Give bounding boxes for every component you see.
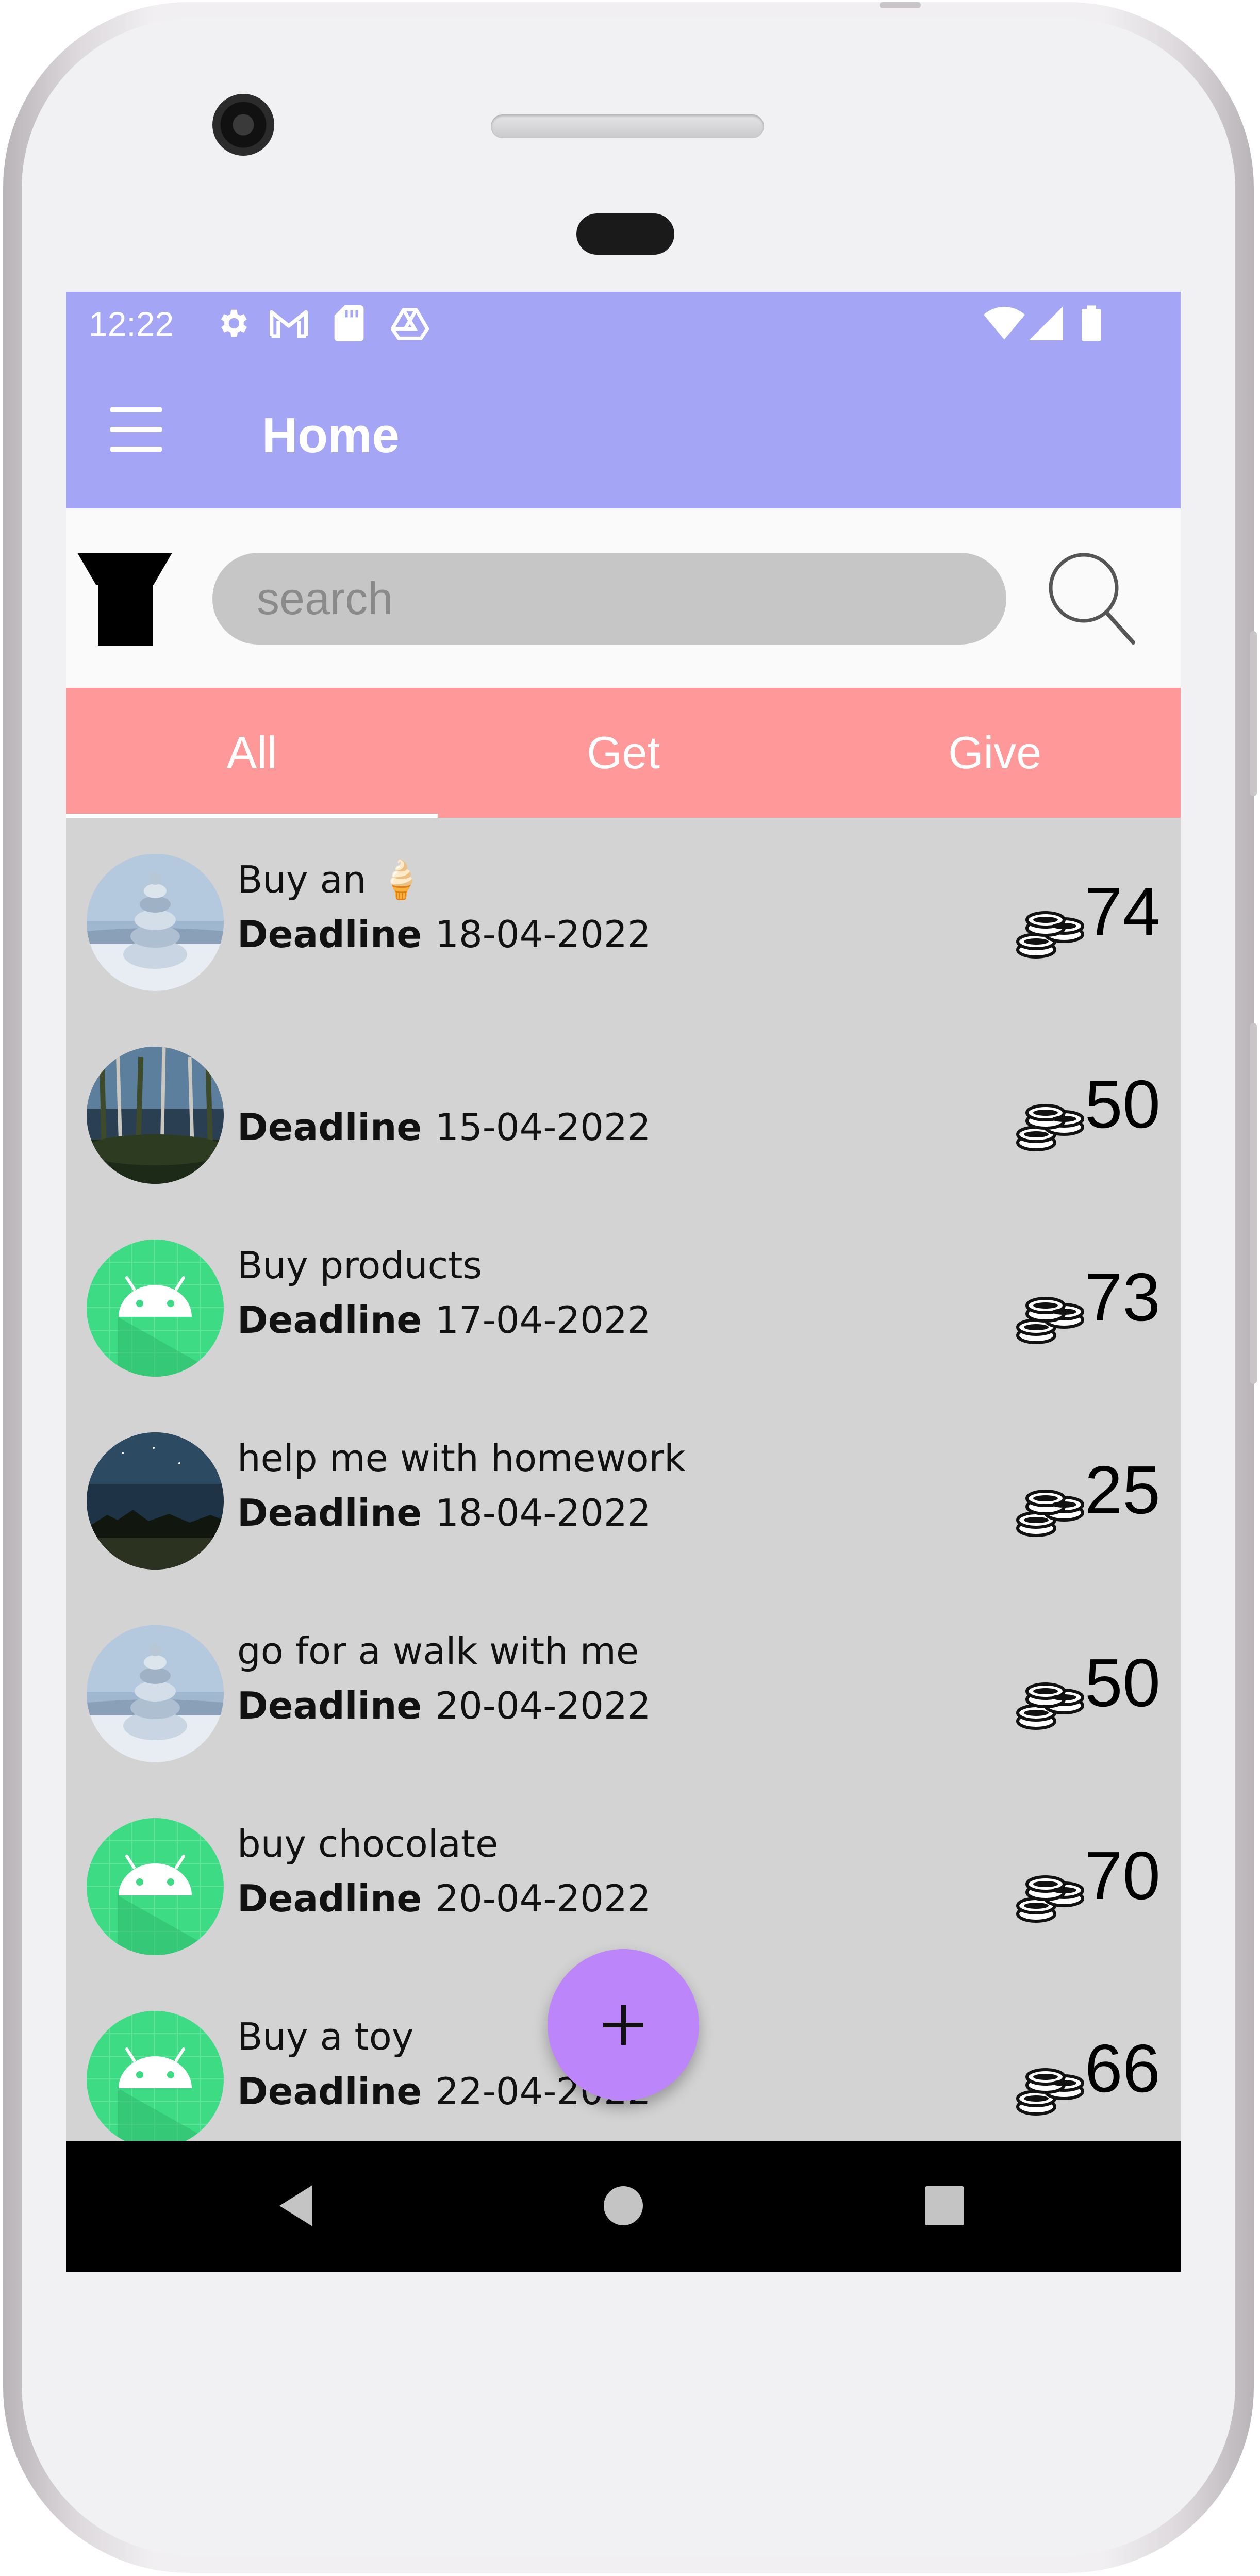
search-bar xyxy=(66,508,1181,688)
deadline-date: 18-04-2022 xyxy=(435,913,651,956)
wifi-icon xyxy=(984,305,1025,341)
task-amount: 70 xyxy=(1085,1838,1160,1913)
menu-icon[interactable] xyxy=(107,404,165,456)
tab-give[interactable]: Give xyxy=(809,688,1181,818)
task-amount: 74 xyxy=(1085,873,1160,949)
power-button xyxy=(1250,631,1257,796)
coins-icon xyxy=(1016,1682,1084,1730)
task-deadline: Deadline 17-04-2022 xyxy=(237,1298,651,1342)
coins-icon xyxy=(1016,1104,1084,1151)
task-row[interactable]: go for a walk with me Deadline 20-04-2022… xyxy=(66,1589,1181,1782)
task-list: Buy an 🍦 Deadline 18-04-2022 74 Deadline 1… xyxy=(66,818,1181,2141)
task-amount: 50 xyxy=(1085,1645,1160,1721)
app-bar: Home xyxy=(66,357,1181,508)
avatar xyxy=(87,1432,224,1570)
task-amount: 25 xyxy=(1085,1452,1160,1528)
back-icon[interactable] xyxy=(272,2180,324,2232)
add-task-button[interactable] xyxy=(548,1949,699,2101)
deadline-date: 20-04-2022 xyxy=(435,1684,651,1727)
deadline-date: 20-04-2022 xyxy=(435,1877,651,1920)
task-deadline: Deadline 15-04-2022 xyxy=(237,1105,651,1149)
drive-icon xyxy=(391,305,429,341)
signal-icon xyxy=(1029,305,1063,341)
task-amount: 66 xyxy=(1085,2030,1160,2106)
coins-icon xyxy=(1016,1297,1084,1344)
deadline-label: Deadline xyxy=(237,1105,422,1149)
home-icon[interactable] xyxy=(598,2180,649,2232)
task-row[interactable]: help me with homework Deadline 18-04-2022… xyxy=(66,1396,1181,1589)
android-icon xyxy=(87,1818,224,1955)
gmail-icon xyxy=(268,305,309,341)
sd-card-icon xyxy=(334,305,364,341)
system-nav-bar xyxy=(66,2141,1181,2272)
task-row[interactable]: Buy products Deadline 17-04-2022 73 xyxy=(66,1203,1181,1396)
front-camera xyxy=(212,94,274,156)
deadline-label: Deadline xyxy=(237,1684,422,1727)
gear-icon xyxy=(214,305,251,341)
task-title: go for a walk with me xyxy=(237,1629,639,1673)
recents-icon[interactable] xyxy=(919,2180,970,2232)
avatar xyxy=(87,1047,224,1184)
task-title: Buy products xyxy=(237,1244,482,1287)
task-row[interactable]: buy chocolate Deadline 20-04-2022 70 xyxy=(66,1782,1181,1975)
task-row[interactable]: Deadline 15-04-2022 50 xyxy=(66,1011,1181,1203)
deadline-label: Deadline xyxy=(237,1298,422,1342)
deadline-label: Deadline xyxy=(237,1877,422,1920)
task-title: buy chocolate xyxy=(237,1822,499,1865)
search-input[interactable] xyxy=(212,553,1006,645)
task-deadline: Deadline 20-04-2022 xyxy=(237,1877,651,1920)
task-deadline: Deadline 18-04-2022 xyxy=(237,913,651,956)
tab-bar: All Get Give xyxy=(66,688,1181,818)
deadline-label: Deadline xyxy=(237,913,422,956)
coins-icon xyxy=(1016,1875,1084,1923)
avatar xyxy=(87,1625,224,1762)
deadline-label: Deadline xyxy=(237,2070,422,2113)
task-amount: 73 xyxy=(1085,1259,1160,1335)
deadline-date: 17-04-2022 xyxy=(435,1298,651,1342)
battery-icon xyxy=(1082,305,1101,341)
page-title: Home xyxy=(262,408,400,463)
task-title: Buy a toy xyxy=(237,2015,414,2058)
tab-get[interactable]: Get xyxy=(438,688,809,818)
status-bar: 12:22 xyxy=(66,292,1181,357)
android-icon xyxy=(87,1240,224,1377)
status-time: 12:22 xyxy=(89,305,174,343)
top-button xyxy=(880,2,921,8)
plus-icon-stem xyxy=(621,2005,626,2045)
task-row[interactable]: Buy an 🍦 Deadline 18-04-2022 74 xyxy=(66,818,1181,1011)
avatar xyxy=(87,854,224,991)
task-title: help me with homework xyxy=(237,1436,686,1480)
coins-icon xyxy=(1016,2068,1084,2116)
tab-all[interactable]: All xyxy=(66,688,438,818)
coins-icon xyxy=(1016,1490,1084,1537)
android-icon xyxy=(87,2011,224,2141)
volume-button xyxy=(1250,1023,1257,1384)
app-screen: 12:22 Home search All Get Give Buy an 🍦 … xyxy=(66,292,1181,2272)
filter-icon[interactable] xyxy=(77,549,172,646)
deadline-label: Deadline xyxy=(237,1491,422,1534)
coins-icon xyxy=(1016,911,1084,959)
task-deadline: Deadline 20-04-2022 xyxy=(237,1684,651,1727)
task-amount: 50 xyxy=(1085,1066,1160,1142)
search-icon[interactable] xyxy=(1047,551,1137,647)
earpiece-speaker xyxy=(491,114,764,138)
task-title: Buy an 🍦 xyxy=(237,858,424,901)
deadline-date: 18-04-2022 xyxy=(435,1491,651,1534)
deadline-date: 15-04-2022 xyxy=(435,1105,651,1149)
task-deadline: Deadline 18-04-2022 xyxy=(237,1491,651,1534)
proximity-sensor xyxy=(576,213,674,255)
